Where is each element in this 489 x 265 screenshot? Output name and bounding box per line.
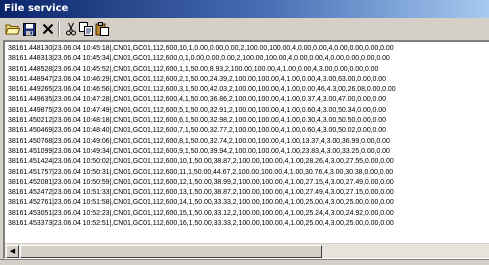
paste-button[interactable] xyxy=(94,21,110,37)
log-line: 38161.450469|23.06.04 10:48:40|,CN01,GC0… xyxy=(8,127,386,135)
cut-button[interactable] xyxy=(63,21,79,37)
log-line: 38161.452081|23.06.04 10:50:59|,CN01,GC0… xyxy=(8,178,394,186)
scroll-left-button[interactable]: ◀ xyxy=(6,245,19,258)
log-line: 38161.450768|23.06.04 10:49:06|,CN01,GC0… xyxy=(8,137,390,145)
save-icon xyxy=(22,22,36,36)
log-line: 38161.449875|23.06.04 10:47:49|,CN01,GC0… xyxy=(8,106,386,114)
open-folder-button[interactable] xyxy=(4,21,20,37)
window-title-bar: File service xyxy=(0,0,489,18)
save-button[interactable] xyxy=(21,21,37,37)
log-line: 38161.452761|23.06.04 10:51:58|,CN01,GC0… xyxy=(8,199,394,207)
cut-icon xyxy=(66,22,76,36)
log-lines: 38161.448130|23.06.04 10:45:18|,CN01,GC0… xyxy=(8,44,488,240)
log-line: 38161.450212|23.06.04 10:48:18|,CN01,GC0… xyxy=(8,117,386,125)
delete-button[interactable] xyxy=(40,21,56,37)
log-line: 38161.449635|23.06.04 10:47:28|,CN01,GC0… xyxy=(8,96,386,104)
log-line: 38161.451099|23.06.04 10:49:34|,CN01,GC0… xyxy=(8,147,390,155)
log-line: 38161.453373|23.06.04 10:52:51|,CN01,GC0… xyxy=(8,220,394,228)
horizontal-scrollbar[interactable]: ◀ xyxy=(5,243,489,258)
log-line: 38161.449265|23.06.04 10:46:56|,CN01,GC0… xyxy=(8,86,396,94)
log-line: 38161.448947|23.06.04 10:46:29|,CN01,GC0… xyxy=(8,75,386,83)
log-line: 38161.448130|23.06.04 10:45:18|,CN01,GC0… xyxy=(8,45,394,52)
log-line: 38161.448528|23.06.04 10:45:52|,CN01,GC0… xyxy=(8,65,379,73)
log-line: 38161.451757|23.06.04 10:50:31|,CN01,GC0… xyxy=(8,168,394,176)
delete-icon xyxy=(42,23,54,35)
window-title: File service xyxy=(4,3,69,14)
scrollbar-thumb[interactable] xyxy=(20,245,322,258)
scroll-left-arrow-icon: ◀ xyxy=(9,247,16,255)
log-viewer[interactable]: 38161.448130|23.06.04 10:45:18|,CN01,GC0… xyxy=(3,40,489,259)
log-line: 38161.452472|23.06.04 10:51:33|,CN01,GC0… xyxy=(8,189,394,197)
paste-icon xyxy=(95,22,109,36)
log-line: 38161.451424|23.06.04 10:50:02|,CN01,GC0… xyxy=(8,158,394,166)
log-line: 38161.453051|23.06.04 10:52:23|,CN01,GC0… xyxy=(8,209,394,217)
open-folder-icon xyxy=(4,24,20,34)
log-line: 38161.448313|23.06.04 10:45:34|,CN01,GC0… xyxy=(8,55,390,63)
toolbar-separator xyxy=(58,22,60,37)
toolbar xyxy=(0,19,489,39)
copy-icon xyxy=(79,22,93,36)
copy-button[interactable] xyxy=(78,21,94,37)
status-bar xyxy=(0,259,489,265)
